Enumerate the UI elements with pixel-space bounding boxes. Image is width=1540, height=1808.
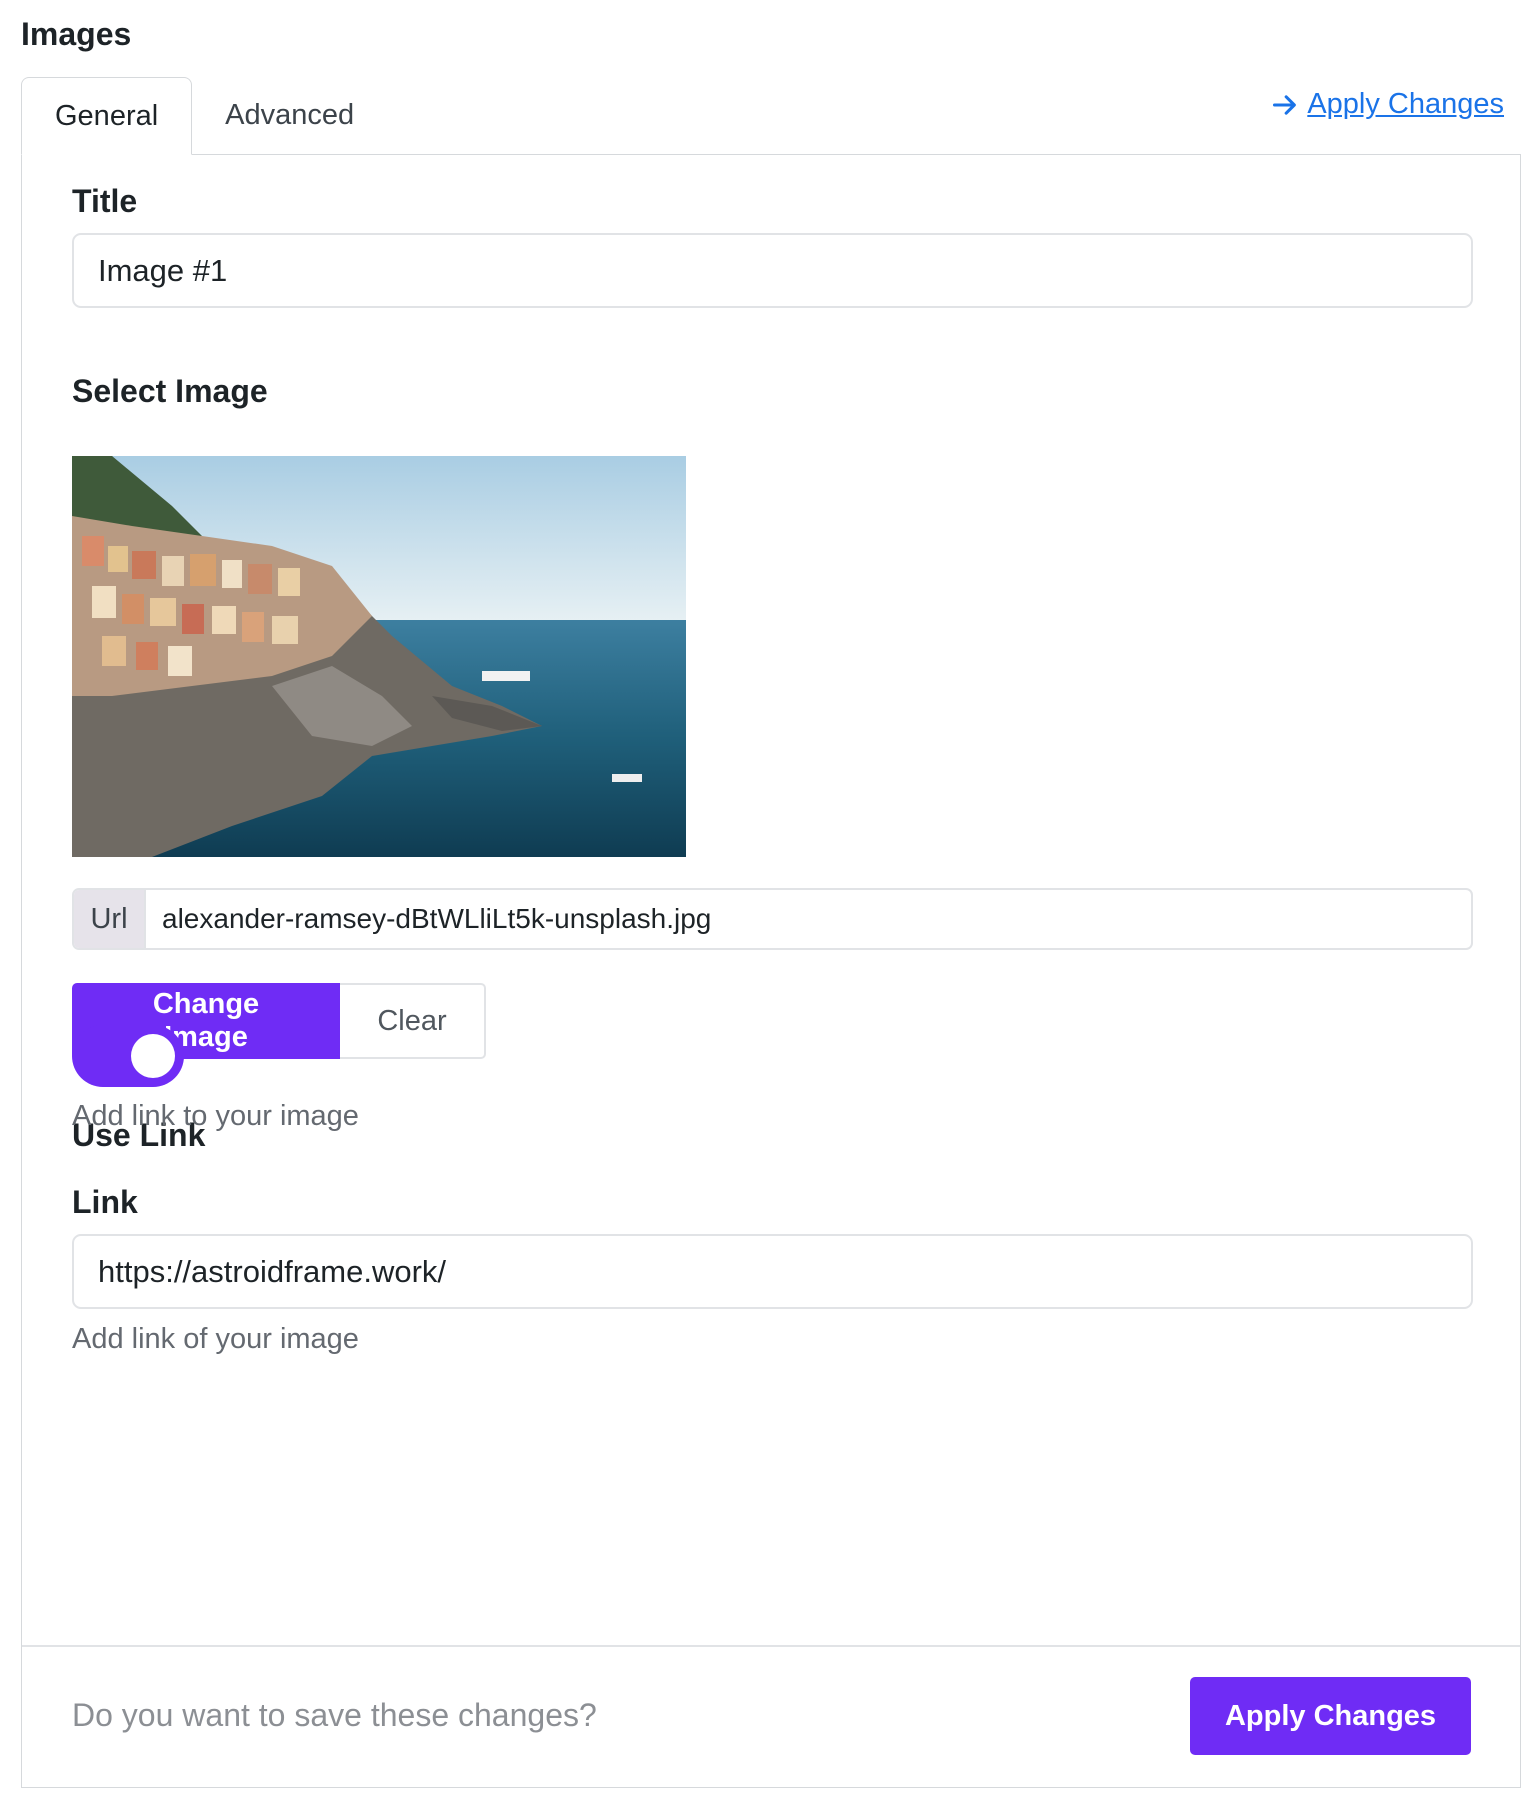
save-prompt: Do you want to save these changes? (72, 1697, 597, 1733)
apply-changes-link-label: Apply Changes (1307, 88, 1504, 120)
url-addon: Url (74, 890, 146, 948)
clear-image-button[interactable]: Clear (340, 983, 486, 1059)
select-image-label: Select Image (72, 373, 268, 409)
section-title: Images (21, 16, 132, 52)
tab-bar: General Advanced (21, 77, 387, 155)
title-input[interactable] (72, 233, 1473, 308)
arrow-right-icon (1273, 94, 1297, 115)
link-label: Link (72, 1184, 138, 1220)
use-link-help: Add link to your image (72, 1100, 359, 1132)
image-url-field[interactable]: alexander-ramsey-dBtWLliLt5k-unsplash.jp… (146, 890, 1471, 948)
panel-footer: Do you want to save these changes? Apply… (22, 1645, 1520, 1788)
use-link-toggle[interactable] (72, 1025, 184, 1087)
image-url-group: Url alexander-ramsey-dBtWLliLt5k-unsplas… (72, 888, 1473, 950)
toggle-knob (131, 1034, 175, 1078)
title-label: Title (72, 183, 138, 219)
image-preview (72, 456, 686, 857)
apply-changes-button[interactable]: Apply Changes (1190, 1677, 1471, 1755)
tab-general[interactable]: General (21, 77, 193, 155)
link-help: Add link of your image (72, 1323, 359, 1355)
tab-advanced[interactable]: Advanced (192, 77, 387, 154)
apply-changes-link[interactable]: Apply Changes (1271, 88, 1504, 121)
settings-panel: Title Select Image (21, 154, 1521, 1788)
link-input[interactable] (72, 1234, 1473, 1309)
